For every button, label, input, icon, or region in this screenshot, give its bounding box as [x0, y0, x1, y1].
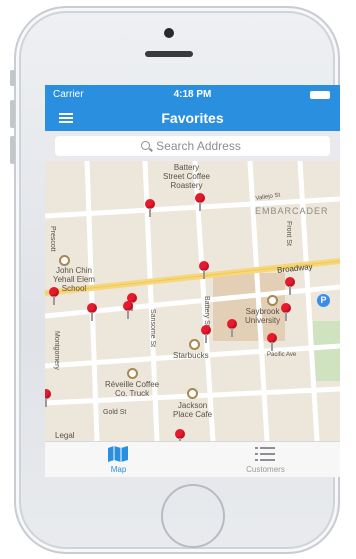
label-prescott: Prescott	[49, 226, 56, 252]
label-battery-st: Battery St	[203, 296, 210, 327]
school-poi-icon[interactable]	[59, 255, 70, 266]
favorite-pin[interactable]	[199, 261, 209, 279]
favorite-pin[interactable]	[285, 277, 295, 295]
favorite-pin[interactable]	[45, 389, 51, 407]
search-input[interactable]	[55, 136, 330, 156]
label-reveille: Réveille Coffee Co. Truck	[105, 380, 160, 398]
favorite-pin[interactable]	[123, 301, 133, 319]
status-time: 4:18 PM	[173, 89, 212, 100]
silent-switch	[10, 70, 15, 86]
label-battery-coffee: Battery Street Coffee Roastery	[163, 163, 210, 190]
home-button[interactable]	[161, 484, 225, 548]
label-embarcadero: EMBARCADER	[255, 206, 329, 216]
jackson-poi-icon[interactable]	[187, 388, 198, 399]
tab-bar: Map Customers	[45, 441, 340, 477]
tab-customers-label: Customers	[246, 465, 285, 474]
volume-up-button	[10, 100, 15, 128]
favorite-pin[interactable]	[175, 429, 185, 441]
favorite-pin[interactable]	[195, 193, 205, 211]
tab-customers[interactable]: Customers	[192, 442, 339, 477]
favorite-pin[interactable]	[145, 199, 155, 217]
label-john-chin-school: John Chin Yehall Elem School	[53, 266, 95, 293]
label-starbucks: Starbucks	[173, 351, 209, 360]
tab-map-label: Map	[110, 465, 127, 474]
list-icon	[255, 447, 275, 461]
label-sansome: Sansome St	[149, 309, 156, 348]
map-streets	[45, 161, 340, 441]
favorite-pin[interactable]	[227, 319, 237, 337]
volume-down-button	[10, 136, 15, 164]
battery-icon	[310, 91, 330, 99]
app-screen: Carrier 4:18 PM Favorites Search Address…	[45, 85, 340, 477]
label-saybrook: Saybrook University	[245, 307, 281, 325]
front-camera	[164, 28, 174, 38]
map-icon	[108, 446, 128, 462]
page-title: Favorites	[161, 110, 224, 126]
favorite-pin[interactable]	[281, 303, 291, 321]
map-view[interactable]: Battery Street Coffee Roastery EMBARCADE…	[45, 161, 340, 441]
parking-icon[interactable]: P	[317, 294, 330, 307]
search-bar	[45, 131, 340, 161]
label-gold-st: Gold St	[103, 409, 127, 416]
label-jackson-place: Jackson Place Cafe	[173, 401, 213, 419]
label-montgomery: Montgomery	[53, 331, 60, 370]
favorite-pin[interactable]	[201, 325, 211, 343]
navigation-bar: Favorites	[45, 105, 340, 131]
saybrook-poi-icon[interactable]	[267, 295, 278, 306]
favorite-pin[interactable]	[267, 333, 277, 351]
earpiece-speaker	[145, 51, 193, 57]
favorite-pin[interactable]	[49, 287, 59, 305]
tab-map[interactable]: Map	[45, 442, 192, 477]
label-front: Front St	[285, 221, 292, 246]
label-pacific: Pacific Ave	[267, 352, 297, 358]
label-legal: Legal	[55, 431, 75, 440]
favorite-pin[interactable]	[87, 303, 97, 321]
starbucks-poi-icon[interactable]	[189, 339, 200, 350]
reveille-poi-icon[interactable]	[127, 368, 138, 379]
status-bar: Carrier 4:18 PM	[45, 85, 340, 105]
search-icon	[141, 141, 150, 150]
